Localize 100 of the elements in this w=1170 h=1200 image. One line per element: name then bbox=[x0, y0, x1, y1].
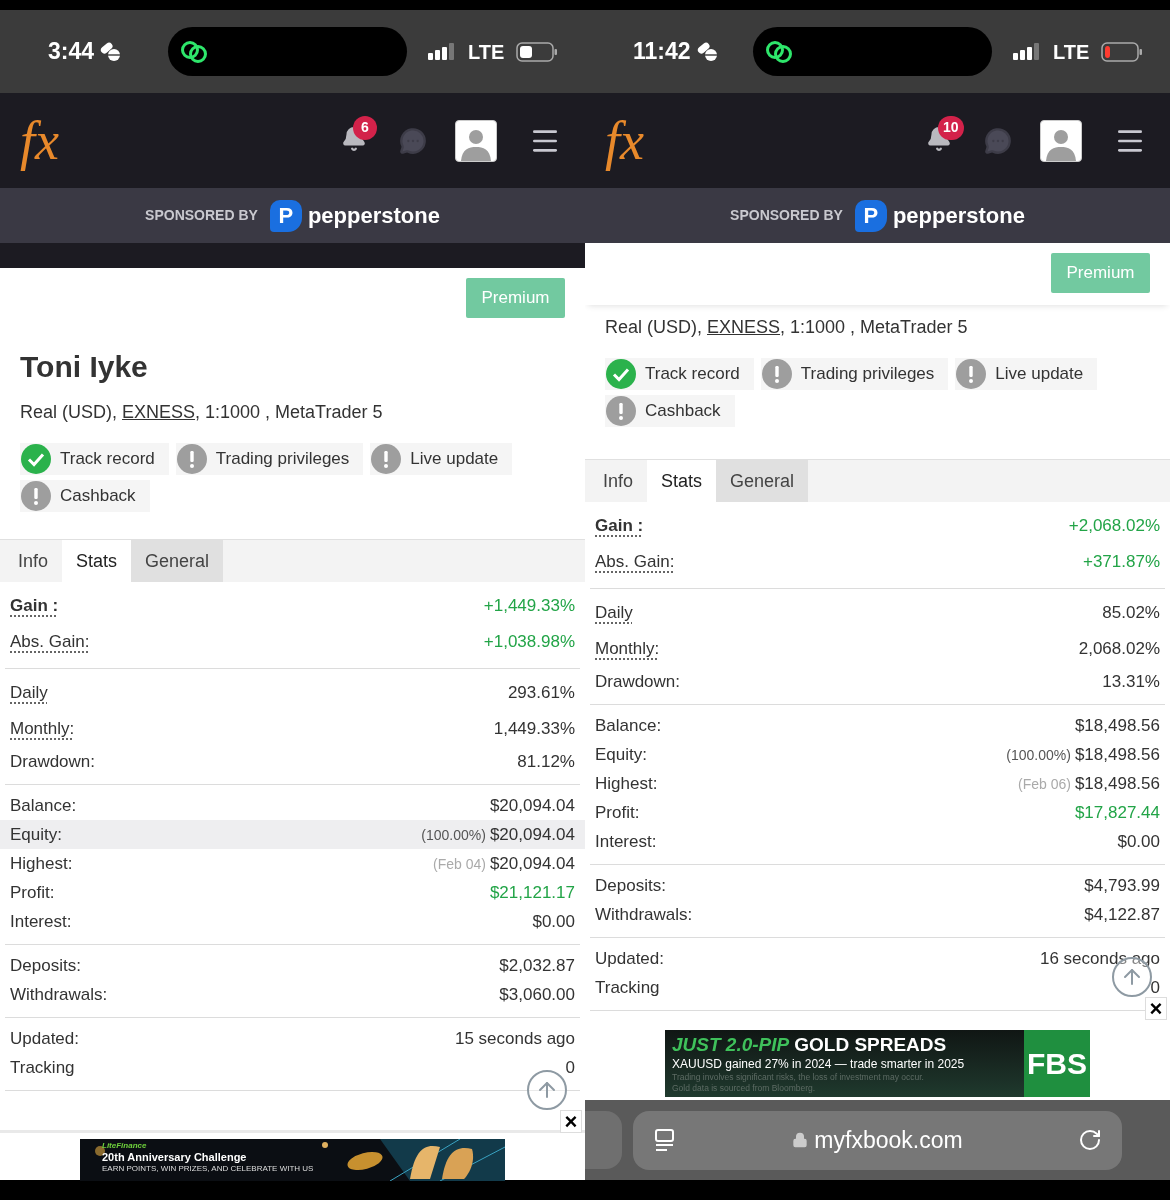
brand-logo-mark[interactable]: P bbox=[854, 199, 887, 232]
stat-label: Drawdown: bbox=[595, 670, 681, 693]
stat-label: Equity: bbox=[10, 823, 62, 846]
stat-value: $2,032.87 bbox=[499, 954, 575, 977]
clock-time: 11:42 bbox=[633, 37, 691, 67]
stat-label: Withdrawals: bbox=[10, 983, 108, 1006]
stat-label: Interest: bbox=[595, 830, 657, 853]
broker-link[interactable]: EXNESS bbox=[122, 402, 196, 422]
stat-label: Gain : bbox=[10, 595, 59, 618]
stat-value: $0.00 bbox=[532, 910, 575, 933]
reload-icon[interactable] bbox=[1078, 1128, 1102, 1152]
stat-value: $18,498.56 bbox=[1074, 743, 1160, 766]
stat-note: (Feb 04) bbox=[433, 854, 486, 874]
stat-label: Monthly: bbox=[10, 718, 75, 741]
lock-icon bbox=[792, 1132, 809, 1148]
close-ad-button[interactable]: × bbox=[1145, 997, 1167, 1020]
sponsor-label: SPONSORED BY bbox=[145, 206, 258, 225]
signal-icon bbox=[1013, 42, 1041, 61]
stat-value: $0.00 bbox=[1117, 830, 1160, 853]
signal-icon bbox=[428, 42, 456, 61]
stat-note: (100.00%) bbox=[1006, 745, 1071, 765]
ad-title: 20th Anniversary Challenge bbox=[102, 1152, 248, 1163]
stat-note: (100.00%) bbox=[421, 825, 486, 845]
avatar[interactable] bbox=[1040, 119, 1082, 162]
stat-value: $20,094.04 bbox=[489, 823, 575, 846]
brand-name[interactable]: pepperstone bbox=[892, 199, 1025, 232]
stat-label: Deposits: bbox=[595, 874, 666, 897]
stat-value: $18,498.56 bbox=[1074, 714, 1160, 737]
ad-headline-accent: JUST 2.0-PIP bbox=[672, 1033, 790, 1057]
clock-time: 3:44 bbox=[48, 37, 95, 67]
stat-value: $21,121.17 bbox=[489, 881, 575, 904]
badge-label: Trading privileges bbox=[800, 363, 935, 386]
stat-label: Abs. Gain: bbox=[595, 551, 675, 574]
stat-label: Profit: bbox=[10, 881, 55, 904]
stat-label: Balance: bbox=[10, 794, 77, 817]
tab[interactable]: General bbox=[131, 540, 224, 582]
pills-icon bbox=[98, 41, 123, 62]
stat-label: Profit: bbox=[595, 801, 640, 824]
account-info: Real (USD), EXNESS, 1:1000 , MetaTrader 5 bbox=[19, 401, 384, 424]
brand-name[interactable]: pepperstone bbox=[307, 199, 440, 232]
stat-label: Deposits: bbox=[10, 954, 81, 977]
notification-count: 6 bbox=[353, 115, 377, 140]
account-info: Real (USD), EXNESS, 1:1000 , MetaTrader 5 bbox=[604, 316, 969, 339]
stat-label: Balance: bbox=[595, 714, 662, 737]
scroll-top-button[interactable] bbox=[527, 1070, 567, 1110]
tab[interactable]: Stats bbox=[647, 460, 717, 502]
stat-label: Drawdown: bbox=[10, 750, 96, 773]
ad-logo: FBS bbox=[1024, 1030, 1090, 1097]
broker-link[interactable]: EXNESS bbox=[707, 317, 781, 337]
stat-value: +1,038.98% bbox=[483, 631, 575, 654]
avatar[interactable] bbox=[455, 119, 497, 162]
ad-subtitle: EARN POINTS, WIN PRIZES, AND CELEBRATE WITH US bbox=[102, 1165, 315, 1173]
tab[interactable]: Stats bbox=[62, 540, 132, 582]
stat-value: 1,449.33% bbox=[493, 718, 575, 741]
stat-value: 2,068.02% bbox=[1078, 638, 1160, 661]
badge-label: Cashback bbox=[645, 400, 721, 423]
brand-logo-mark[interactable]: P bbox=[269, 199, 302, 232]
badge-label: Cashback bbox=[60, 485, 136, 508]
stat-label: Equity: bbox=[595, 743, 647, 766]
link-icon bbox=[763, 38, 795, 65]
network-label: LTE bbox=[1053, 39, 1090, 65]
badge-label: Track record bbox=[60, 448, 155, 471]
ad-text: XAUUSD gained 27% in 2024 — trade smarter in 2025 bbox=[672, 1056, 966, 1072]
stat-note: (Feb 06) bbox=[1018, 774, 1071, 794]
tab[interactable]: Info bbox=[4, 540, 63, 582]
stat-value: 13.31% bbox=[1102, 670, 1160, 693]
stat-label: Updated: bbox=[595, 947, 664, 970]
stat-label: Tracking bbox=[10, 1056, 75, 1079]
notification-count: 10 bbox=[938, 115, 964, 140]
close-ad-button[interactable]: × bbox=[560, 1110, 582, 1133]
stat-value: 81.12% bbox=[517, 750, 575, 773]
address-bar[interactable]: myfxbook.com bbox=[633, 1110, 1122, 1170]
stat-value: $4,793.99 bbox=[1084, 874, 1160, 897]
stat-value: $18,498.56 bbox=[1074, 772, 1160, 795]
stat-label: Monthly: bbox=[595, 638, 660, 661]
stat-label: Interest: bbox=[10, 910, 72, 933]
tab[interactable]: General bbox=[716, 460, 809, 502]
tab[interactable]: Info bbox=[589, 460, 648, 502]
stat-label: Daily bbox=[595, 602, 633, 625]
trader-name: Toni Iyke bbox=[19, 349, 149, 385]
stat-label: Daily bbox=[10, 682, 48, 705]
stat-label: Gain : bbox=[595, 515, 644, 538]
tab-list-icon[interactable] bbox=[653, 1128, 677, 1152]
stat-label: Highest: bbox=[10, 852, 73, 875]
network-label: LTE bbox=[468, 39, 505, 65]
stat-value: $4,122.87 bbox=[1084, 903, 1160, 926]
stat-value: $20,094.04 bbox=[489, 794, 575, 817]
ad-headline: GOLD SPREADS bbox=[794, 1033, 947, 1057]
stat-value: 85.02% bbox=[1102, 602, 1160, 625]
stat-value: +1,449.33% bbox=[483, 595, 575, 618]
badge-label: Live update bbox=[410, 448, 499, 471]
link-icon bbox=[178, 38, 210, 65]
badge-label: Trading privileges bbox=[215, 448, 350, 471]
sponsor-label: SPONSORED BY bbox=[730, 206, 843, 225]
stat-value: $3,060.00 bbox=[499, 983, 575, 1006]
url-text: myfxbook.com bbox=[814, 1125, 963, 1155]
badge-label: Live update bbox=[995, 363, 1084, 386]
ad-brand: LiteFinance bbox=[102, 1142, 148, 1150]
stat-value: 15 seconds ago bbox=[454, 1027, 575, 1050]
stat-value: $17,827.44 bbox=[1074, 801, 1160, 824]
